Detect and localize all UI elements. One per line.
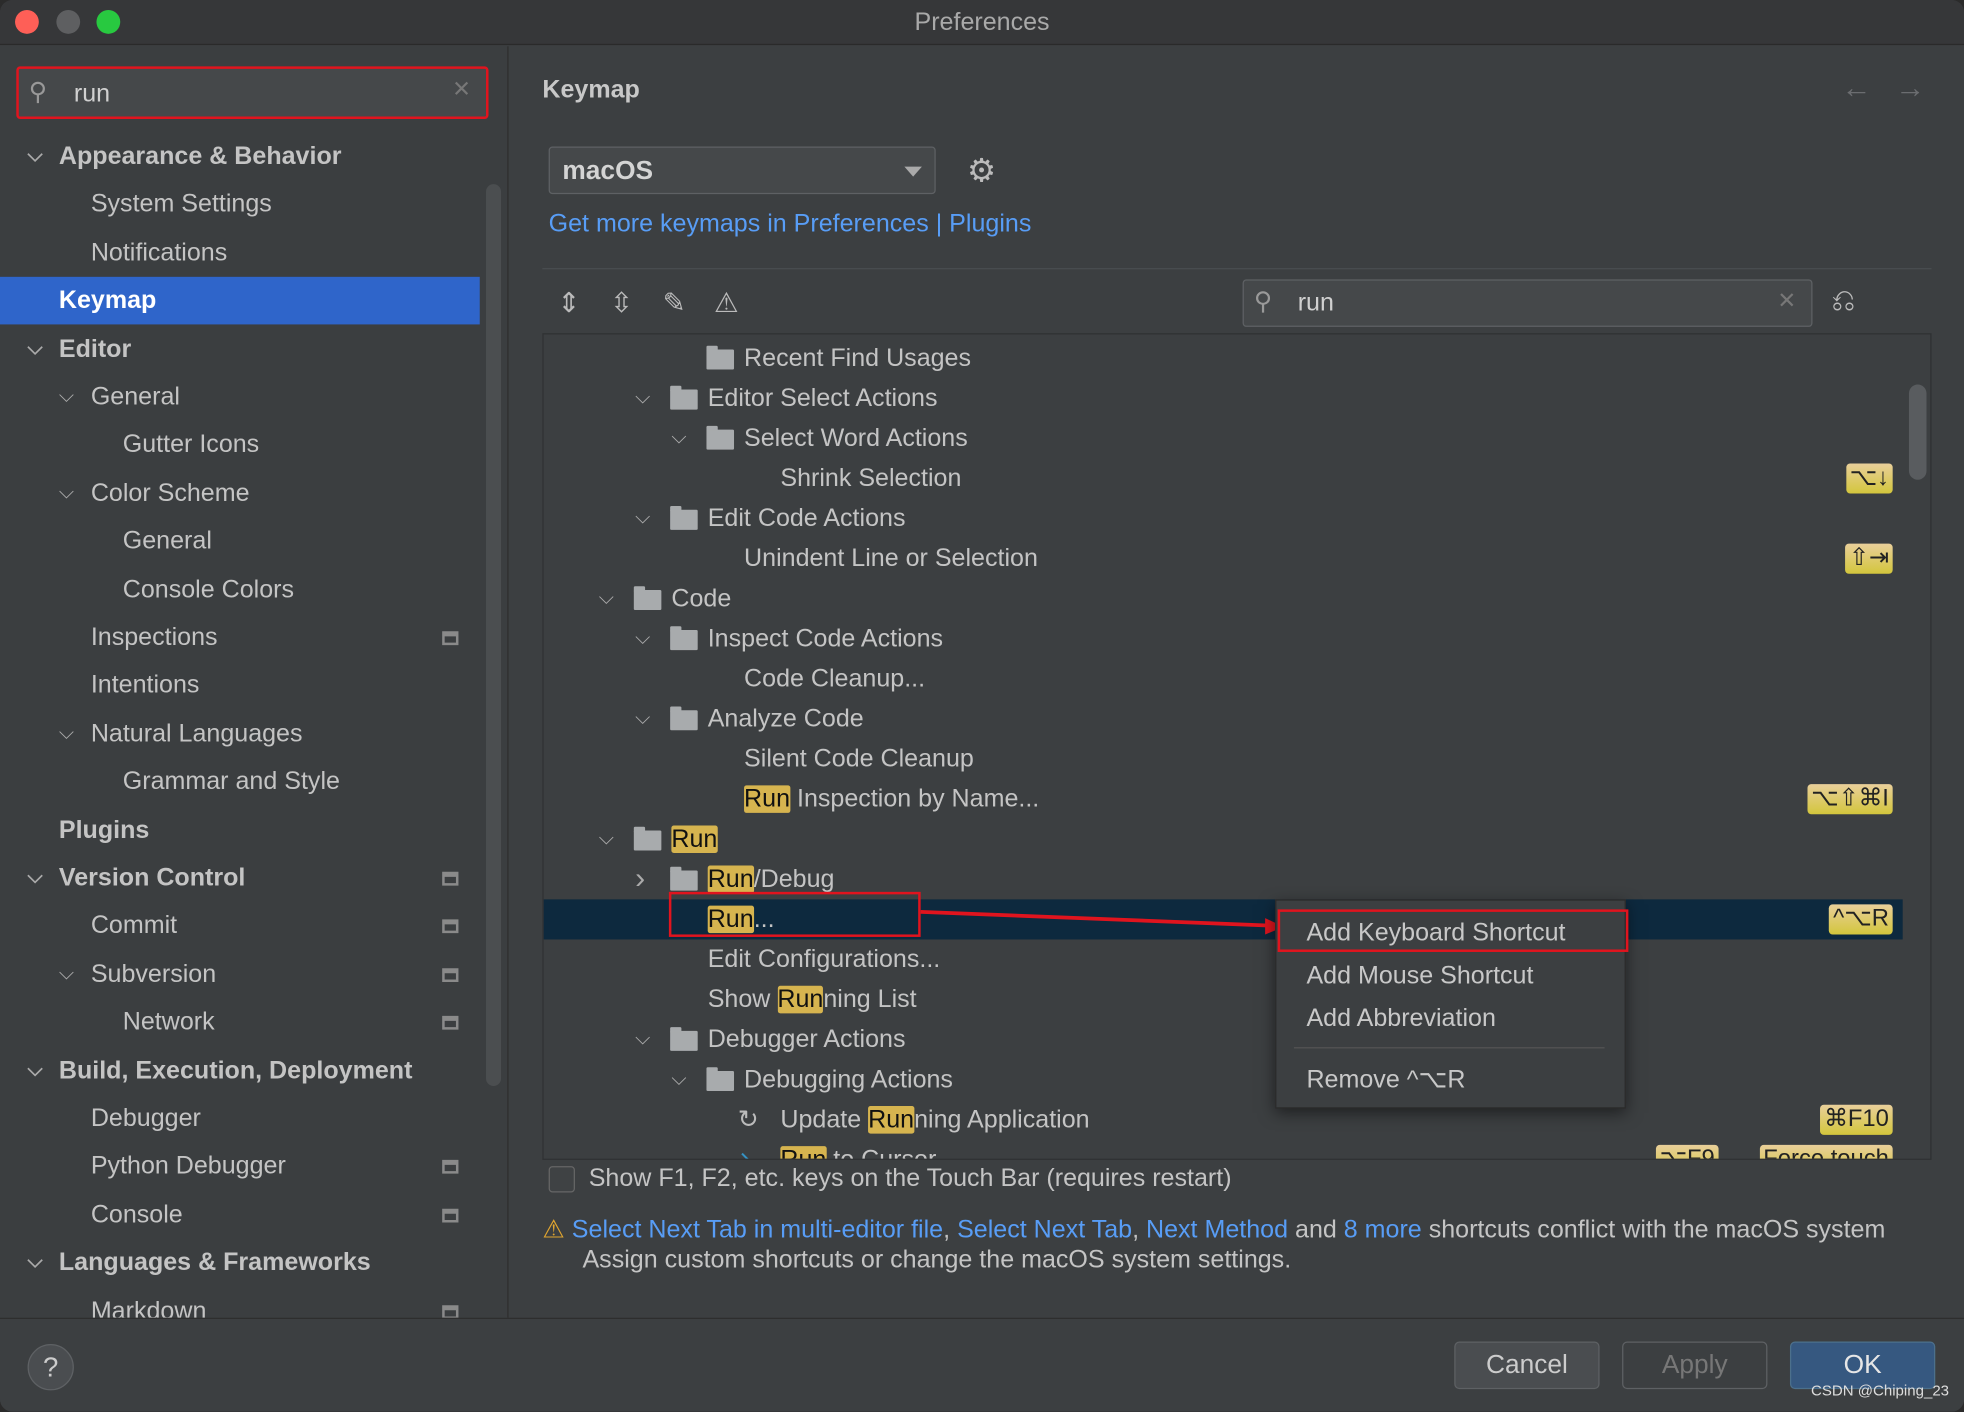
cancel-button[interactable]: Cancel [1454,1341,1600,1390]
watermark: CSDN @Chiping_23 [1810,1381,1950,1400]
help-button[interactable]: ? [27,1344,74,1391]
preferences-window: Preferences ⚲ run ✕ ⌵ Appearance & Behavi… [0,0,1964,1412]
menu-item-add-mouse-shortcut[interactable]: Add Mouse Shortcut [1306,962,1533,991]
menu-separator [1293,1047,1605,1049]
menu-item-add-abbreviation[interactable]: Add Abbreviation [1306,1005,1495,1034]
menu-item-remove[interactable]: Remove ^⌥R [1306,1063,1465,1094]
annotation-arrow [920,910,1284,935]
apply-button[interactable]: Apply [1622,1341,1768,1390]
highlight-box [1277,909,1629,952]
dialog-footer: ? Cancel Apply OK CSDN @Chiping_23 [0,1317,1964,1412]
